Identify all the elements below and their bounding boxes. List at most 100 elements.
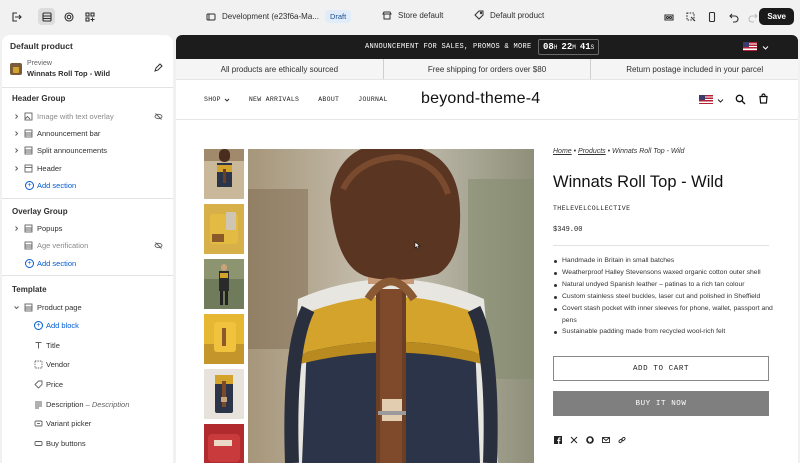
store-selector[interactable]: Store default [382, 10, 443, 20]
status-badge: Draft [324, 10, 352, 23]
block-label: Vendor [46, 359, 70, 369]
block-variant-picker[interactable]: Variant picker [2, 416, 173, 430]
facebook-icon[interactable] [553, 435, 562, 444]
block-vendor[interactable]: Vendor [2, 357, 173, 371]
announcement-text: ANNOUNCEMENT FOR SALES, PROMOS & MORE [365, 43, 532, 51]
template-selector[interactable]: Default product [474, 10, 544, 20]
undo-icon[interactable] [725, 8, 742, 25]
nav-new-arrivals[interactable]: NEW ARRIVALS [249, 96, 299, 103]
sidebar-title: Default product [10, 41, 73, 51]
countdown-timer: 08H 22M 41S [538, 39, 600, 55]
preview-selector[interactable]: Preview Winnats Roll Top - Wild [10, 60, 165, 80]
divider [2, 198, 173, 199]
product-thumbnail[interactable] [204, 149, 244, 199]
chevron-right-icon[interactable] [13, 147, 20, 154]
product-title: Winnats Roll Top - Wild [553, 173, 724, 191]
product-features: Handmade in Britain in small batches Wea… [553, 255, 775, 338]
block-buy-buttons[interactable]: Buy buttons [2, 436, 173, 450]
countdown-hours: 08 [543, 42, 554, 52]
eye-hidden-icon[interactable] [154, 241, 163, 250]
product-thumbnail[interactable] [204, 259, 244, 309]
buy-now-button[interactable]: BUY IT NOW [553, 391, 769, 416]
add-section-label: Add section [37, 180, 77, 190]
section-split-announcements[interactable]: Split announcements [2, 143, 173, 157]
gear-icon[interactable] [60, 8, 77, 25]
plus-circle-icon: + [25, 180, 34, 190]
select-icon[interactable] [682, 8, 699, 25]
pinterest-icon[interactable] [585, 435, 594, 444]
x-icon[interactable] [569, 435, 578, 444]
section-announcement-bar[interactable]: Announcement bar [2, 126, 173, 140]
add-block-button[interactable]: + Add block [2, 318, 173, 332]
save-button[interactable]: Save [759, 8, 794, 25]
product-thumbnail[interactable] [204, 314, 244, 364]
nav-about[interactable]: ABOUT [318, 96, 339, 103]
tag-icon [474, 10, 484, 20]
section-label: Announcement bar [37, 128, 101, 138]
product-price: $349.00 [553, 226, 583, 234]
store-header: SHOP NEW ARRIVALS ABOUT JOURNAL beyond-t… [176, 80, 798, 120]
block-price[interactable]: Price [2, 377, 173, 391]
nav-journal[interactable]: JOURNAL [358, 96, 387, 103]
us-flag-icon[interactable] [699, 95, 713, 104]
chevron-down-icon[interactable] [717, 97, 724, 104]
product-main-image[interactable] [248, 149, 534, 463]
breadcrumb-home[interactable]: Home [553, 148, 572, 155]
info-bar: All products are ethically sourced Free … [176, 59, 798, 80]
chevron-down-icon[interactable] [13, 304, 20, 311]
add-to-cart-button[interactable]: ADD TO CART [553, 356, 769, 381]
chevron-right-icon[interactable] [13, 165, 20, 172]
product-thumbnail[interactable] [204, 369, 244, 419]
theme-selector[interactable]: Development (e23f6a-Ma... Draft [206, 10, 352, 23]
block-label: Variant picker [46, 418, 92, 428]
chevron-right-icon[interactable] [13, 130, 20, 137]
section-product-page[interactable]: Product page [2, 300, 173, 314]
email-icon[interactable] [601, 435, 610, 444]
chevron-down-icon [224, 98, 230, 102]
section-header[interactable]: Header [2, 161, 173, 175]
store-preview[interactable]: ANNOUNCEMENT FOR SALES, PROMOS & MORE 08… [176, 35, 798, 463]
section-age-verification[interactable]: Age verification [2, 238, 173, 252]
breadcrumb-products[interactable]: Products [578, 148, 606, 155]
preview-value: Winnats Roll Top - Wild [27, 69, 111, 78]
exit-icon[interactable] [7, 8, 24, 25]
section-popups[interactable]: Popups [2, 221, 173, 235]
cart-icon[interactable] [758, 93, 769, 104]
template-label: Default product [490, 10, 545, 20]
chevron-right-icon[interactable] [13, 225, 20, 232]
chevron-down-icon[interactable] [762, 44, 769, 51]
edit-icon[interactable] [153, 63, 163, 73]
product-thumbnail[interactable] [204, 424, 244, 463]
mobile-preview-icon[interactable] [703, 8, 720, 25]
store-logo[interactable]: beyond-theme-4 [421, 90, 540, 108]
block-description[interactable]: Description – Description [2, 397, 173, 411]
us-flag-icon[interactable] [743, 42, 757, 51]
section-image-with-text-overlay[interactable]: Image with text overlay [2, 109, 173, 123]
search-icon[interactable] [735, 94, 746, 105]
link-icon[interactable] [617, 435, 626, 444]
theme-name: Development (e23f6a-Ma... [222, 12, 319, 21]
template-title: Template [12, 285, 47, 294]
countdown-unit: S [590, 44, 595, 51]
announcement-bar: ANNOUNCEMENT FOR SALES, PROMOS & MORE 08… [176, 35, 798, 59]
breadcrumb-separator: • [607, 148, 611, 155]
nav-shop[interactable]: SHOP [204, 96, 230, 103]
text-icon [35, 341, 42, 348]
product-thumbnail[interactable] [204, 204, 244, 254]
section-icon [24, 241, 33, 249]
add-section-button[interactable]: + Add section [2, 256, 173, 270]
apps-icon[interactable] [81, 8, 98, 25]
overlay-group-title: Overlay Group [12, 207, 68, 216]
chevron-right-icon[interactable] [13, 113, 20, 120]
button-icon [34, 440, 43, 446]
add-section-button[interactable]: + Add section [2, 178, 173, 192]
sections-icon[interactable] [38, 8, 55, 25]
sidebar: Default product Preview Winnats Roll Top… [2, 35, 173, 463]
feature-item: Covert stash pocket with inner sleeves f… [553, 303, 775, 327]
inspector-icon[interactable] [660, 8, 677, 25]
countdown-minutes: 22 [561, 42, 573, 52]
block-title[interactable]: Title [2, 338, 173, 352]
header-group-title: Header Group [12, 94, 66, 103]
section-icon [24, 224, 33, 232]
eye-hidden-icon[interactable] [154, 112, 163, 121]
